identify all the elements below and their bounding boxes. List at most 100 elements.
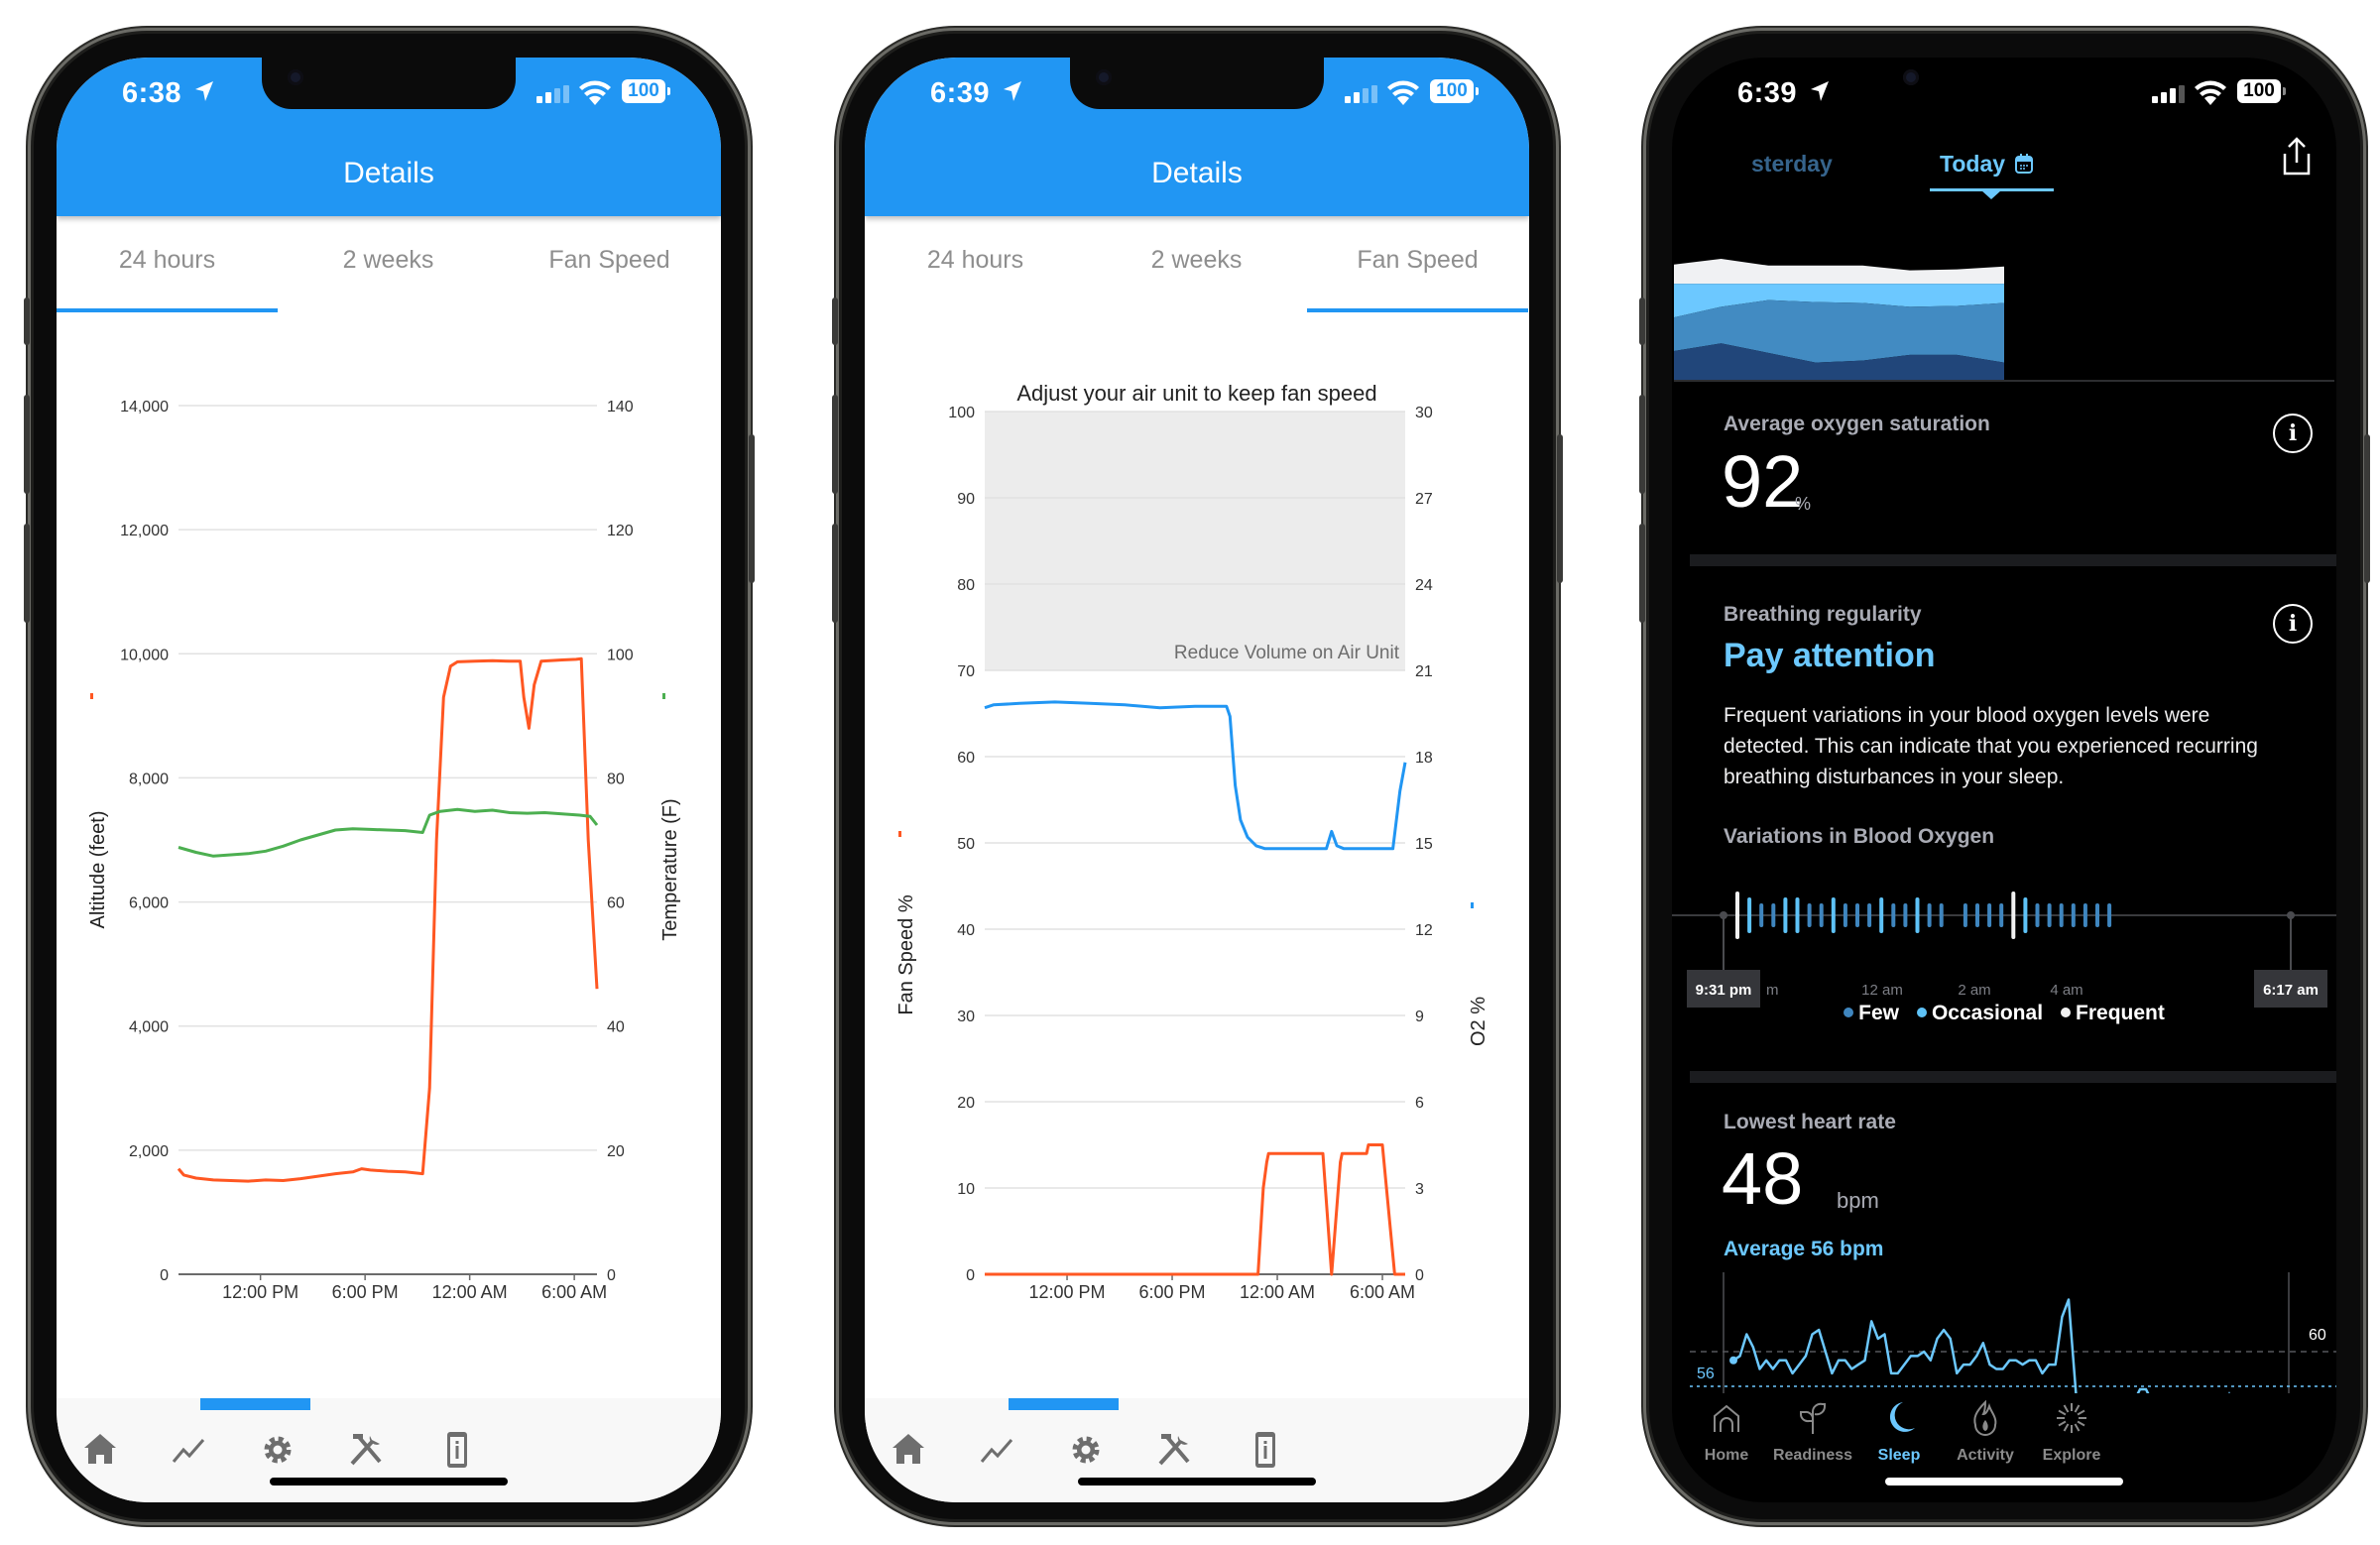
section-divider [1690, 554, 2336, 566]
nav-explore[interactable]: Explore [2017, 1398, 2126, 1465]
heart-rate-label: Lowest heart rate [1724, 1111, 1896, 1133]
gear-icon [1072, 1436, 1100, 1464]
notch [262, 58, 516, 109]
variation-bar-few [1903, 903, 1908, 927]
y2-tick-label: 0 [607, 1267, 616, 1284]
phone-frame-1: 6:38 100 Details 24 hours 2 weeks Fan Sp… [24, 28, 755, 1525]
description-line: Frequent variations in your blood oxygen… [1724, 704, 2210, 727]
y-tick-label: 8,000 [129, 771, 169, 787]
tab-24-hours[interactable]: 24 hours [57, 246, 278, 275]
variation-bar-few [2047, 903, 2052, 927]
nav-trending[interactable] [976, 1428, 1019, 1472]
variation-bar-few [1963, 903, 1967, 927]
tab-2-weeks[interactable]: 2 weeks [1086, 246, 1307, 275]
variation-bar-few [1843, 903, 1847, 927]
nav-gear[interactable] [256, 1428, 299, 1472]
tab-2-weeks[interactable]: 2 weeks [278, 246, 499, 275]
tab-today[interactable]: Today [1940, 151, 2034, 178]
y2-tick-label: 3 [1415, 1181, 1424, 1198]
variation-bar-few [1819, 903, 1824, 927]
variation-bar-few [2107, 903, 2112, 927]
tab-bar: 24 hours 2 weeks Fan Speed [865, 216, 1529, 312]
variation-bar-few [1927, 903, 1932, 927]
variation-bar-occasional [1783, 897, 1788, 933]
y-tick-label: 100 [948, 405, 975, 421]
y2-axis-title: Temperature (F) [659, 798, 681, 940]
series-line-temperature-f- [178, 807, 599, 858]
x-tick-label: 6:00 PM [332, 1282, 399, 1302]
series-line-altitude-feet- [177, 656, 599, 1183]
nav-label: Explore [2042, 1447, 2101, 1464]
cellular-signal-icon [1345, 85, 1377, 103]
legend-dot [1916, 1008, 1927, 1017]
variation-bar-few [1987, 903, 1992, 927]
page-title: Details [1151, 157, 1243, 189]
sparkle-icon [2057, 1403, 2086, 1433]
home-indicator [1078, 1478, 1316, 1486]
y-tick-label: 10,000 [120, 647, 169, 663]
variation-bar-occasional [1747, 897, 1752, 933]
y-tick-label: 40 [957, 922, 975, 939]
y2-tick-label: 21 [1415, 663, 1433, 680]
nav-device-info[interactable] [1244, 1428, 1287, 1472]
x-tick-label: 12:00 AM [432, 1282, 508, 1302]
home-icon [892, 1434, 924, 1464]
y-tick-label: 2,000 [129, 1143, 169, 1160]
sleep-stages-chart [1674, 259, 2334, 382]
y-tick-label: 90 [957, 491, 975, 508]
screen-details-24h: 6:38 100 Details 24 hours 2 weeks Fan Sp… [57, 58, 721, 1502]
nav-active-indicator [200, 1398, 310, 1410]
tab-yesterday[interactable]: sterday [1751, 151, 1833, 178]
legend-label: Occasional [1931, 1002, 2044, 1024]
time-tick-label: m [1766, 982, 1779, 999]
gear-icon [264, 1436, 292, 1464]
nav-tools[interactable] [1152, 1428, 1196, 1472]
status-time: 6:39 [1737, 77, 1798, 109]
y2-tick-label: 15 [1415, 836, 1433, 853]
variation-bar-few [2071, 903, 2076, 927]
nav-tools[interactable] [344, 1428, 388, 1472]
phone-frame-3: 6:39 100 sterday Today Average oxygen sa… [1639, 28, 2370, 1525]
variation-bar-occasional [1831, 897, 1836, 933]
home-indicator [270, 1478, 508, 1486]
tab-fan-speed[interactable]: Fan Speed [1307, 246, 1528, 275]
series-line-fan-speed- [985, 1143, 1405, 1276]
time-tick-label: 12 am [1861, 982, 1903, 999]
variation-bar-few [1759, 903, 1764, 927]
nav-trending[interactable] [168, 1428, 211, 1472]
variation-bar-frequent [2011, 891, 2016, 939]
heart-rate-fragment [2136, 1387, 2150, 1393]
nav-home[interactable] [887, 1428, 930, 1472]
breathing-status: Pay attention [1724, 637, 1936, 674]
heart-rate-average: Average 56 bpm [1724, 1238, 1884, 1260]
tab-fan-speed[interactable]: Fan Speed [499, 246, 720, 275]
variation-bar-occasional [2023, 897, 2028, 933]
sprout-icon [1799, 1402, 1826, 1434]
nav-gear[interactable] [1064, 1428, 1108, 1472]
bottom-nav [57, 1398, 721, 1502]
y2-tick-label: 9 [1415, 1009, 1424, 1025]
oxygen-value: 92 [1722, 440, 1804, 523]
nav-device-info[interactable] [435, 1428, 479, 1472]
legend-label: Frequent [2076, 1002, 2165, 1024]
breathing-info-button[interactable]: i [2273, 604, 2313, 644]
reference-label-60: 60 [2309, 1327, 2326, 1344]
tab-24-hours[interactable]: 24 hours [865, 246, 1086, 275]
variation-bar-few [1807, 903, 1812, 927]
y-tick-label: 0 [966, 1267, 975, 1284]
y2-tick-label: 100 [607, 647, 634, 663]
y2-axis-legend-swatch [662, 693, 665, 699]
x-tick-label: 12:00 PM [1029, 1282, 1106, 1302]
y2-tick-label: 40 [607, 1019, 625, 1036]
average-label-56: 56 [1697, 1366, 1715, 1382]
share-icon[interactable] [2279, 137, 2315, 177]
legend-item-occasional: Occasional [1916, 1002, 2044, 1024]
tools-icon [1158, 1434, 1190, 1466]
end-time-label: 6:17 am [2263, 982, 2319, 999]
time-tick-label: 2 am [1958, 982, 1990, 999]
nav-home[interactable] [78, 1428, 122, 1472]
variation-bar-frequent [1735, 891, 1739, 939]
y2-tick-label: 120 [607, 523, 634, 539]
variation-bar-occasional [1879, 897, 1884, 933]
oxygen-info-button[interactable]: i [2273, 414, 2313, 453]
